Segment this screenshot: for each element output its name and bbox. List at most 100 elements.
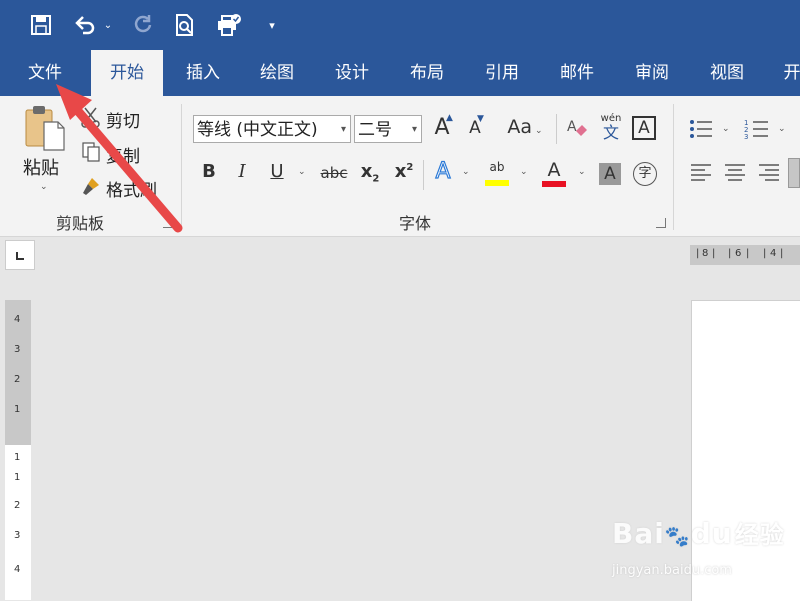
paste-icon (25, 106, 65, 151)
font-name-value: 等线 (中文正文) (197, 120, 318, 140)
watermark-brand2: du (690, 517, 733, 550)
tab-layout[interactable]: 布局 (396, 50, 458, 96)
undo-button[interactable] (70, 10, 100, 40)
watermark-brand3: 经验 (734, 521, 785, 549)
font-color-button[interactable]: A (540, 160, 568, 188)
underline-dropdown-icon[interactable]: ⌄ (298, 167, 306, 177)
tab-references[interactable]: 引用 (471, 50, 533, 96)
align-left-button[interactable] (690, 162, 712, 184)
tab-developer[interactable]: 开 (772, 50, 800, 96)
superscript-icon: x (394, 161, 407, 182)
change-case-button[interactable]: Aa ⌄ (503, 116, 547, 142)
copy-button[interactable]: 复制 (78, 140, 168, 167)
numbering-dropdown-icon[interactable]: ⌄ (778, 124, 786, 134)
highlight-icon: ab (489, 160, 505, 174)
bullets-dropdown-icon[interactable]: ⌄ (722, 124, 730, 134)
font-size-value: 二号 (358, 120, 392, 140)
ribbon-separator (181, 104, 182, 230)
print-preview-button[interactable] (170, 10, 200, 40)
highlight-button[interactable]: ab (483, 160, 511, 188)
align-center-button[interactable] (724, 162, 746, 184)
horizontal-ruler[interactable]: | 8 | | 6 | | 4 | (690, 245, 800, 265)
align-left-icon (691, 164, 711, 181)
tab-draw[interactable]: 绘图 (246, 50, 308, 96)
shrink-font-button[interactable]: A ▼ (462, 114, 488, 144)
tab-file[interactable]: 文件 (14, 50, 76, 96)
grow-font-button[interactable]: A ▲ (429, 113, 455, 143)
undo-dropdown-icon[interactable]: ⌄ (100, 10, 116, 40)
italic-button[interactable]: I (230, 161, 254, 182)
character-shading-icon: A (604, 164, 616, 184)
cut-label: 剪切 (106, 112, 140, 132)
numbering-icon: 1 2 3 (744, 119, 768, 141)
clipboard-launcher-icon[interactable] (163, 218, 173, 228)
superscript-mark: 2 (406, 162, 414, 173)
ribbon-separator (673, 104, 674, 230)
ribbon-separator (423, 160, 424, 190)
ribbon-separator (556, 114, 557, 144)
print-preview-icon (176, 14, 193, 36)
svg-text:3: 3 (744, 133, 748, 141)
ruler-mark: | (712, 248, 716, 259)
font-size-combo[interactable]: 二号 ▾ (354, 115, 422, 143)
clear-formatting-button[interactable]: A (566, 116, 592, 142)
bold-button[interactable]: B (197, 161, 221, 182)
character-shading-button[interactable]: A (599, 163, 621, 185)
paste-dropdown-icon[interactable]: ⌄ (40, 182, 48, 192)
bullets-button[interactable] (688, 117, 714, 141)
ruler-number: 1 (14, 404, 21, 415)
tab-home[interactable]: 开始 (91, 50, 163, 96)
ruler-number: 4 (14, 314, 21, 325)
caret-down-icon: ▼ (477, 114, 484, 124)
text-effects-dropdown-icon[interactable]: ⌄ (462, 167, 470, 177)
strikethrough-button[interactable]: abc (318, 164, 350, 182)
svg-text:A: A (567, 119, 577, 135)
font-name-combo[interactable]: 等线 (中文正文) ▾ (193, 115, 351, 143)
eraser-icon: A (567, 119, 587, 136)
paw-icon: 🐾 (664, 524, 691, 548)
copy-icon (82, 142, 100, 162)
chevron-down-icon: ⌄ (535, 126, 543, 136)
tab-stop-selector[interactable] (5, 240, 35, 270)
character-border-button[interactable]: A (632, 116, 656, 140)
phonetic-guide-button[interactable]: wén 文 (598, 113, 624, 143)
justify-button[interactable] (788, 158, 800, 188)
font-color-dropdown-icon[interactable]: ⌄ (578, 167, 586, 177)
superscript-button[interactable]: x2 (391, 161, 417, 182)
document-page[interactable] (691, 300, 800, 601)
underline-button[interactable]: U (265, 161, 289, 182)
redo-button[interactable] (128, 10, 158, 40)
enclose-characters-button[interactable]: 字 (633, 162, 657, 186)
font-launcher-icon[interactable] (656, 218, 666, 228)
ruler-number: 6 (735, 248, 742, 259)
subscript-mark: 2 (372, 173, 380, 185)
enclose-characters-icon: 字 (638, 166, 652, 181)
ruler-number: 3 (14, 344, 21, 355)
highlight-dropdown-icon[interactable]: ⌄ (520, 167, 528, 177)
customize-qat-icon[interactable]: ▾ (262, 10, 282, 40)
tab-design[interactable]: 设计 (321, 50, 383, 96)
format-painter-button[interactable]: 格式刷 (78, 174, 168, 201)
tab-mailings[interactable]: 邮件 (546, 50, 608, 96)
quick-print-button[interactable] (214, 10, 244, 40)
ruler-number: 4 (770, 248, 777, 259)
quick-print-icon (218, 14, 241, 36)
ruler-mark: | (763, 248, 767, 259)
format-painter-label: 格式刷 (106, 181, 157, 201)
cut-button[interactable]: 剪切 (78, 105, 168, 132)
align-center-icon (725, 164, 745, 181)
numbering-button[interactable]: 1 2 3 (744, 117, 770, 141)
subscript-button[interactable]: x2 (357, 161, 383, 185)
tab-insert[interactable]: 插入 (172, 50, 234, 96)
save-button[interactable] (26, 10, 56, 40)
ruler-number: 2 (14, 374, 21, 385)
text-effects-button[interactable]: A (430, 158, 456, 184)
align-right-button[interactable] (758, 162, 780, 184)
italic-icon: I (238, 161, 246, 182)
paste-label: 粘贴 (23, 158, 59, 179)
left-tab-icon-base (16, 258, 24, 260)
tab-view[interactable]: 视图 (696, 50, 758, 96)
tab-review[interactable]: 审阅 (621, 50, 683, 96)
paste-button[interactable]: 粘贴 ⌄ (18, 104, 72, 200)
ruler-number: 2 (14, 500, 21, 511)
